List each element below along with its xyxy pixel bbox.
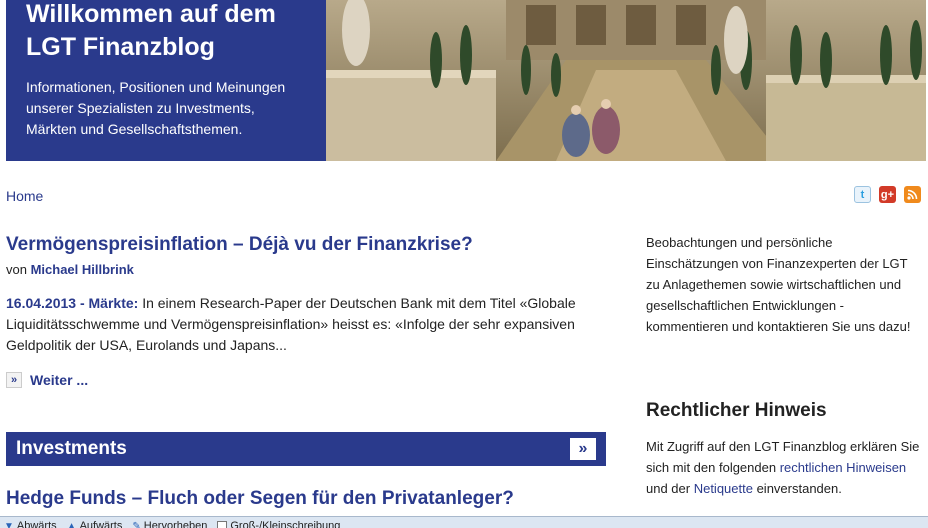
- banner-garden-painting: [326, 0, 926, 161]
- find-next-button[interactable]: ▼ Abwärts: [4, 520, 57, 528]
- netiquette-link[interactable]: Netiquette: [694, 481, 753, 496]
- author-link[interactable]: Michael Hillbrink: [31, 262, 134, 277]
- section-header-investments: Investments »: [6, 432, 606, 466]
- page-subtitle: Informationen, Positionen und Meinungen …: [26, 79, 286, 137]
- match-case-checkbox[interactable]: [217, 521, 228, 528]
- twitter-icon[interactable]: t: [854, 186, 871, 203]
- read-more-link[interactable]: » Weiter ...: [6, 372, 88, 388]
- article-date-category: 16.04.2013 - Märkte:: [6, 295, 139, 311]
- find-next-label: Abwärts: [16, 520, 57, 528]
- byline-prefix: von: [6, 262, 27, 277]
- social-links: t g+: [854, 186, 921, 203]
- article2-title-link[interactable]: Hedge Funds – Fluch oder Segen für den P…: [6, 488, 514, 510]
- banner-text-panel: Willkommen auf dem LGT Finanzblog Inform…: [6, 0, 326, 161]
- double-chevron-right-icon: »: [6, 372, 22, 388]
- find-previous-button[interactable]: ▲ Aufwärts: [67, 520, 123, 528]
- highlighter-icon: ✎: [132, 520, 141, 528]
- read-more-label: Weiter ...: [30, 372, 89, 388]
- article-teaser: 16.04.2013 - Märkte: In einem Research-P…: [6, 293, 606, 356]
- article-byline: von Michael Hillbrink: [6, 262, 134, 277]
- article-title-link[interactable]: Vermögenspreisinflation – Déjà vu der Fi…: [6, 234, 473, 256]
- blog-banner: Willkommen auf dem LGT Finanzblog Inform…: [6, 0, 926, 161]
- banner-painting-image: [326, 0, 926, 161]
- find-bar: ▼ Abwärts ▲ Aufwärts ✎ Hervorheben Groß-…: [0, 516, 928, 528]
- legal-text-c: einverstanden.: [752, 481, 842, 496]
- highlight-button[interactable]: ✎ Hervorheben: [132, 520, 207, 528]
- google-plus-icon[interactable]: g+: [879, 186, 896, 203]
- sidebar-heading-legal: Rechtlicher Hinweis: [646, 400, 827, 421]
- sidebar-legal-text: Mit Zugriff auf den LGT Finanzblog erklä…: [646, 436, 921, 499]
- find-previous-label: Aufwärts: [79, 520, 123, 528]
- rss-glyph: [907, 189, 918, 200]
- rss-feed-icon[interactable]: [904, 186, 921, 203]
- arrow-up-icon: ▲: [66, 520, 77, 528]
- arrow-down-icon: ▼: [4, 520, 14, 528]
- legal-notice-link[interactable]: rechtlichen Hinweisen: [780, 460, 906, 475]
- match-case-toggle[interactable]: Groß-/Kleinschreibung: [217, 520, 340, 528]
- highlight-label: Hervorheben: [143, 520, 208, 528]
- match-case-label: Groß-/Kleinschreibung: [230, 520, 341, 528]
- page-title: Willkommen auf dem LGT Finanzblog: [26, 0, 276, 61]
- section-more-button[interactable]: »: [570, 438, 596, 460]
- section-title[interactable]: Investments: [16, 438, 127, 460]
- breadcrumb-home[interactable]: Home: [6, 188, 43, 204]
- legal-text-b: und der: [646, 481, 694, 496]
- sidebar-intro: Beobachtungen und persönliche Einschätzu…: [646, 235, 911, 334]
